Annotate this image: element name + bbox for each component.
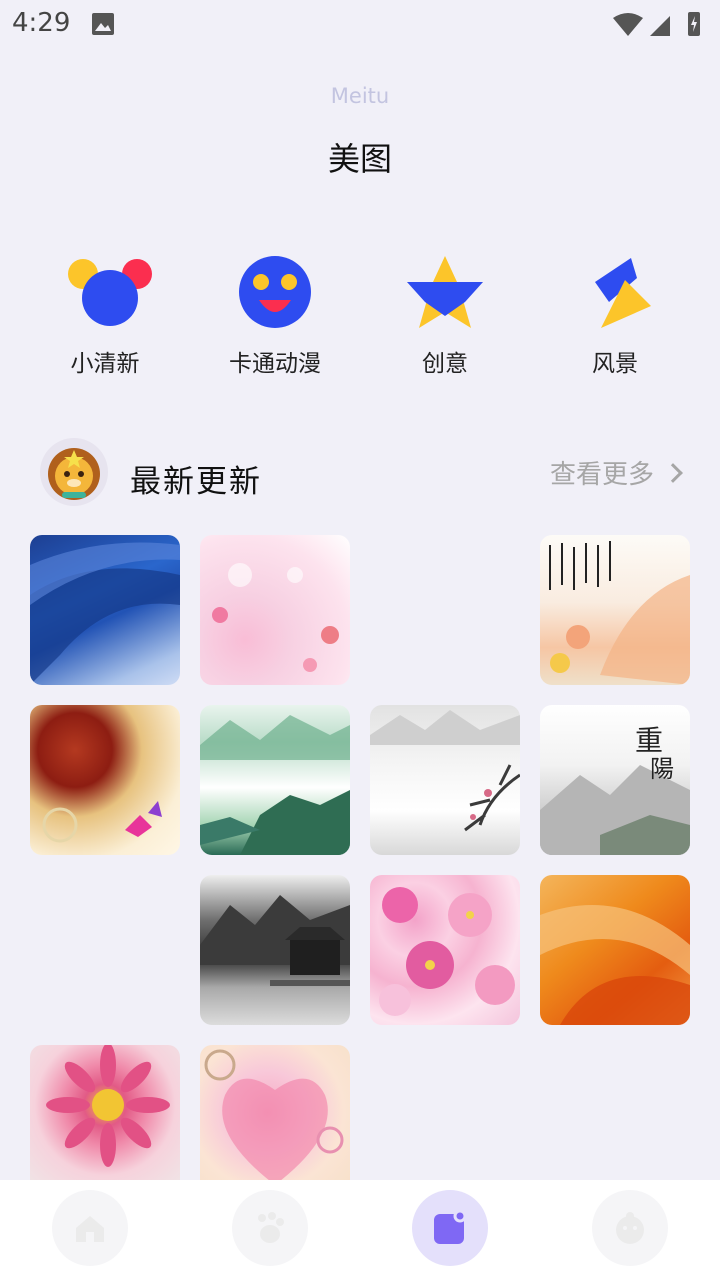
wallpaper-thumbnail[interactable] [30, 1045, 180, 1195]
mickey-blob-icon [68, 259, 152, 326]
svg-text:陽: 陽 [650, 755, 674, 783]
chevron-right-icon [663, 463, 683, 483]
wallpaper-thumbnail[interactable] [540, 875, 690, 1025]
photo-icon [92, 13, 114, 35]
wallpaper-thumbnail[interactable] [370, 705, 520, 855]
wallpaper-thumbnail[interactable]: 重陽 [540, 705, 690, 855]
smiley-face-icon [239, 256, 311, 328]
view-more-link[interactable]: 查看更多 [549, 454, 683, 491]
wallpaper-thumbnail[interactable] [200, 875, 350, 1025]
category-label: 小清新 [70, 351, 140, 377]
svg-text:重: 重 [635, 724, 663, 757]
nav-home[interactable] [52, 1190, 128, 1266]
page-title: 美图 [327, 140, 392, 178]
category-scenery[interactable]: 风景 [530, 252, 700, 382]
status-bar: 4:29 [0, 0, 720, 50]
lion-icon [48, 448, 100, 500]
wallpaper-thumbnail[interactable] [540, 535, 690, 685]
star-icon [407, 256, 483, 328]
wallpaper-thumbnail[interactable] [200, 535, 350, 685]
category-cartoon[interactable]: 卡通动漫 [190, 252, 360, 382]
face-icon [616, 1212, 644, 1244]
app-subtitle: Meitu [330, 84, 390, 108]
nav-profile[interactable] [592, 1190, 668, 1266]
home-icon [76, 1216, 104, 1242]
signal-battery-icons [613, 12, 700, 36]
wallpaper-icon [434, 1209, 467, 1244]
category-fresh[interactable]: 小清新 [20, 252, 190, 382]
wallpaper-thumbnail[interactable] [200, 1045, 350, 1195]
category-label: 风景 [592, 351, 638, 377]
category-creative[interactable]: 创意 [360, 252, 530, 382]
view-more-label: 查看更多 [549, 460, 654, 490]
footprint-icon [258, 1212, 284, 1243]
lightning-icon [595, 258, 651, 328]
wallpaper-thumbnail[interactable] [370, 875, 520, 1025]
section-title: 最新更新 [130, 464, 262, 500]
nav-footprint[interactable] [232, 1190, 308, 1266]
category-label: 创意 [422, 351, 468, 377]
status-time: 4:29 [12, 8, 71, 38]
bottom-navigation [0, 1180, 720, 1280]
nav-wallpaper[interactable] [412, 1190, 488, 1266]
lion-mascot-avatar [40, 438, 108, 506]
wifi-icon [613, 13, 643, 36]
wallpaper-thumbnail[interactable] [30, 535, 180, 685]
wallpaper-thumbnail[interactable] [200, 705, 350, 855]
category-label: 卡通动漫 [229, 351, 321, 377]
latest-section-header: 最新更新 查看更多 [40, 438, 683, 508]
wallpaper-thumbnail[interactable] [30, 705, 180, 855]
cell-signal-icon [650, 16, 670, 36]
